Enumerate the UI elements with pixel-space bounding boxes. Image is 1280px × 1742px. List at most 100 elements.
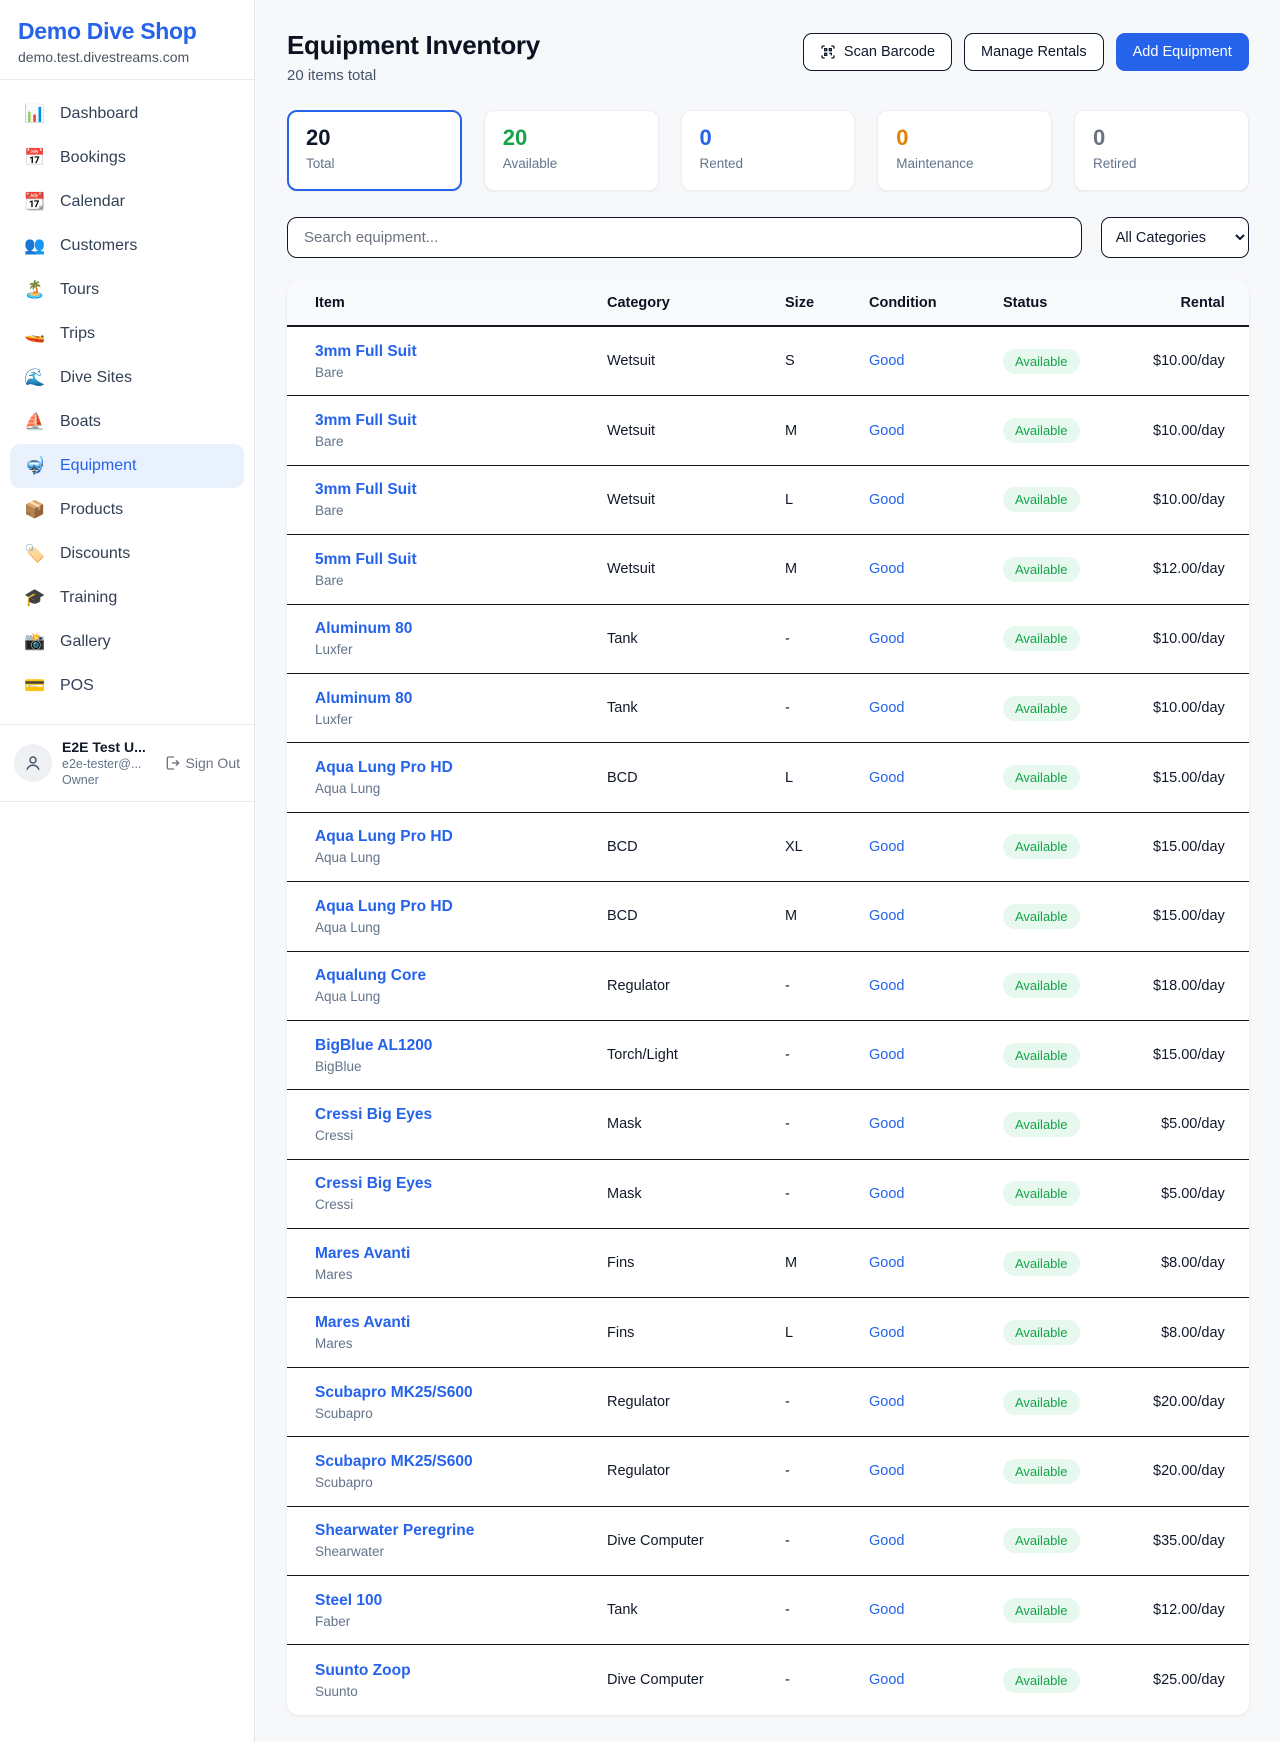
item-name-link[interactable]: Aqua Lung Pro HD — [315, 828, 607, 846]
sidebar-item-tours[interactable]: 🏝️Tours — [10, 268, 244, 312]
status-badge: Available — [1003, 1181, 1080, 1206]
scan-barcode-label: Scan Barcode — [844, 44, 935, 60]
item-name-link[interactable]: Shearwater Peregrine — [315, 1522, 607, 1540]
item-name-link[interactable]: Mares Avanti — [315, 1314, 607, 1332]
stat-card-retired[interactable]: 0Retired — [1074, 110, 1249, 191]
table-row: 3mm Full SuitBareWetsuitSGoodAvailable$1… — [287, 327, 1249, 396]
calendar-icon: 📅 — [24, 148, 46, 168]
condition-link[interactable]: Good — [869, 700, 1003, 716]
item-name-link[interactable]: BigBlue AL1200 — [315, 1037, 607, 1055]
sidebar-item-customers[interactable]: 👥Customers — [10, 224, 244, 268]
stat-card-maintenance[interactable]: 0Maintenance — [877, 110, 1052, 191]
status-cell: Available — [1003, 1251, 1153, 1276]
sidebar-item-gallery[interactable]: 📸Gallery — [10, 620, 244, 664]
item-name-link[interactable]: Cressi Big Eyes — [315, 1175, 607, 1193]
item-name-link[interactable]: 3mm Full Suit — [315, 481, 607, 499]
item-brand: BigBlue — [315, 1059, 607, 1074]
condition-link[interactable]: Good — [869, 770, 1003, 786]
item-brand: Suunto — [315, 1684, 607, 1699]
size-cell: - — [785, 1533, 869, 1549]
category-cell: BCD — [607, 839, 785, 855]
stat-label: Rented — [700, 156, 837, 171]
condition-link[interactable]: Good — [869, 1394, 1003, 1410]
condition-link[interactable]: Good — [869, 839, 1003, 855]
page-header-text: Equipment Inventory 20 items total — [287, 30, 540, 84]
item-name-link[interactable]: Aqua Lung Pro HD — [315, 898, 607, 916]
condition-link[interactable]: Good — [869, 561, 1003, 577]
item-name-link[interactable]: Scubapro MK25/S600 — [315, 1384, 607, 1402]
item-name-link[interactable]: 3mm Full Suit — [315, 412, 607, 430]
stat-card-available[interactable]: 20Available — [484, 110, 659, 191]
user-email: e2e-tester@... — [62, 757, 154, 771]
sign-out-button[interactable]: Sign Out — [164, 755, 240, 771]
sidebar-item-trips[interactable]: 🚤Trips — [10, 312, 244, 356]
stat-card-total[interactable]: 20Total — [287, 110, 462, 191]
status-cell: Available — [1003, 1043, 1153, 1068]
condition-link[interactable]: Good — [869, 1047, 1003, 1063]
condition-link[interactable]: Good — [869, 908, 1003, 924]
category-select[interactable]: All Categories — [1101, 217, 1249, 258]
size-cell: - — [785, 1116, 869, 1132]
sidebar-item-dashboard[interactable]: 📊Dashboard — [10, 92, 244, 136]
condition-link[interactable]: Good — [869, 423, 1003, 439]
status-badge: Available — [1003, 1251, 1080, 1276]
sidebar-item-boats[interactable]: ⛵Boats — [10, 400, 244, 444]
condition-link[interactable]: Good — [869, 1602, 1003, 1618]
sidebar-item-products[interactable]: 📦Products — [10, 488, 244, 532]
item-name-link[interactable]: Mares Avanti — [315, 1245, 607, 1263]
condition-link[interactable]: Good — [869, 492, 1003, 508]
manage-rentals-button[interactable]: Manage Rentals — [964, 33, 1104, 71]
add-equipment-label: Add Equipment — [1133, 44, 1232, 60]
condition-link[interactable]: Good — [869, 1116, 1003, 1132]
condition-link[interactable]: Good — [869, 1255, 1003, 1271]
size-cell: M — [785, 561, 869, 577]
add-equipment-button[interactable]: Add Equipment — [1116, 33, 1249, 71]
sidebar-item-label: Gallery — [60, 633, 111, 651]
size-cell: - — [785, 978, 869, 994]
status-cell: Available — [1003, 973, 1153, 998]
sidebar-item-equipment[interactable]: 🤿Equipment — [10, 444, 244, 488]
stat-card-rented[interactable]: 0Rented — [681, 110, 856, 191]
page-title: Equipment Inventory — [287, 30, 540, 61]
item-cell: Steel 100Faber — [315, 1592, 607, 1629]
sidebar-item-calendar[interactable]: 📆Calendar — [10, 180, 244, 224]
sidebar-item-discounts[interactable]: 🏷️Discounts — [10, 532, 244, 576]
table-row: Cressi Big EyesCressiMask-GoodAvailable$… — [287, 1160, 1249, 1229]
condition-link[interactable]: Good — [869, 978, 1003, 994]
item-name-link[interactable]: Aqualung Core — [315, 967, 607, 985]
condition-link[interactable]: Good — [869, 631, 1003, 647]
status-badge: Available — [1003, 1598, 1080, 1623]
item-name-link[interactable]: Cressi Big Eyes — [315, 1106, 607, 1124]
condition-link[interactable]: Good — [869, 1672, 1003, 1688]
brand-title[interactable]: Demo Dive Shop — [18, 18, 234, 45]
rental-cell: $15.00/day — [1153, 908, 1225, 924]
item-name-link[interactable]: Suunto Zoop — [315, 1662, 607, 1680]
item-brand: Bare — [315, 365, 607, 380]
item-name-link[interactable]: Aluminum 80 — [315, 620, 607, 638]
item-name-link[interactable]: Steel 100 — [315, 1592, 607, 1610]
rental-cell: $5.00/day — [1153, 1116, 1225, 1132]
search-input[interactable] — [287, 217, 1082, 258]
item-name-link[interactable]: Aluminum 80 — [315, 690, 607, 708]
size-cell: - — [785, 631, 869, 647]
item-name-link[interactable]: Aqua Lung Pro HD — [315, 759, 607, 777]
item-name-link[interactable]: Scubapro MK25/S600 — [315, 1453, 607, 1471]
sidebar-item-dive-sites[interactable]: 🌊Dive Sites — [10, 356, 244, 400]
table-row: Shearwater PeregrineShearwaterDive Compu… — [287, 1507, 1249, 1576]
condition-link[interactable]: Good — [869, 1186, 1003, 1202]
table-row: Scubapro MK25/S600ScubaproRegulator-Good… — [287, 1368, 1249, 1437]
size-cell: - — [785, 1463, 869, 1479]
status-badge: Available — [1003, 834, 1080, 859]
scan-barcode-button[interactable]: Scan Barcode — [803, 33, 952, 71]
sidebar-item-label: Dashboard — [60, 105, 138, 123]
condition-link[interactable]: Good — [869, 1325, 1003, 1341]
item-name-link[interactable]: 3mm Full Suit — [315, 343, 607, 361]
condition-link[interactable]: Good — [869, 1463, 1003, 1479]
size-cell: M — [785, 423, 869, 439]
sidebar-item-training[interactable]: 🎓Training — [10, 576, 244, 620]
sidebar-item-bookings[interactable]: 📅Bookings — [10, 136, 244, 180]
sidebar-item-pos[interactable]: 💳POS — [10, 664, 244, 708]
condition-link[interactable]: Good — [869, 1533, 1003, 1549]
item-name-link[interactable]: 5mm Full Suit — [315, 551, 607, 569]
condition-link[interactable]: Good — [869, 353, 1003, 369]
